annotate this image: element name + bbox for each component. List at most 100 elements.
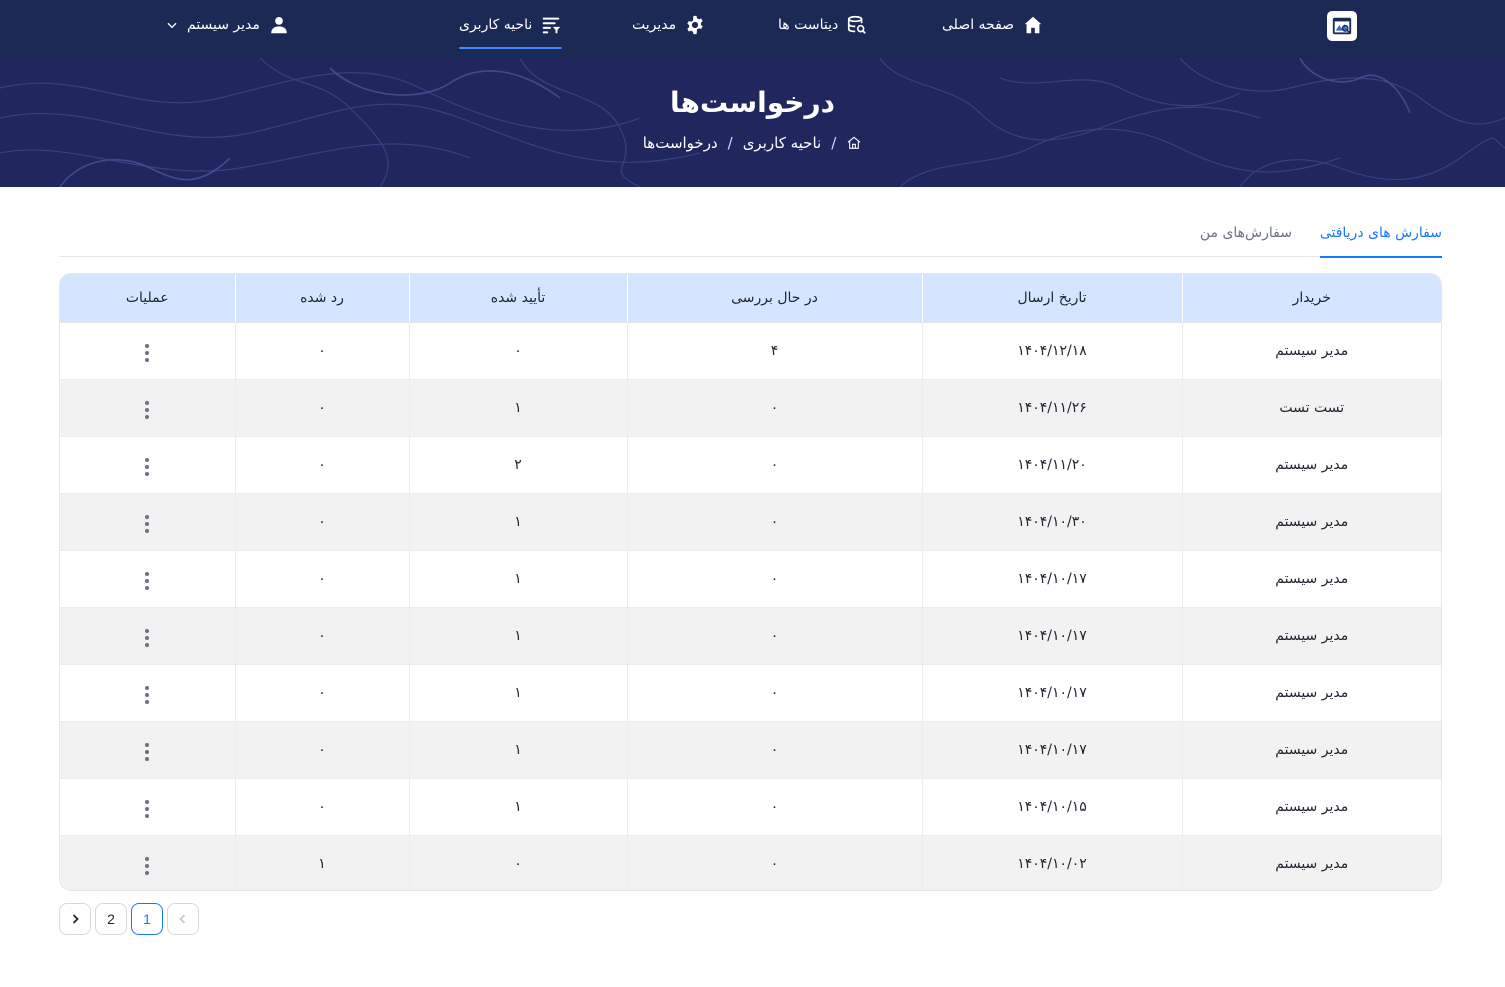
- more-vertical-icon[interactable]: [137, 626, 157, 650]
- nav-datasets[interactable]: دیتاست ها: [778, 0, 868, 50]
- cell-date: ۱۴۰۴/۱۲/۱۸: [921, 322, 1182, 380]
- nav-home[interactable]: صفحه اصلی: [942, 0, 1044, 50]
- logo[interactable]: [1327, 11, 1357, 41]
- column-header-buyer[interactable]: خریدار: [1181, 274, 1441, 323]
- cell-buyer: مدیر سیستم: [1181, 436, 1441, 494]
- table-header-row: خریدار تاریخ ارسال در حال بررسی تأیید شد…: [60, 274, 1441, 323]
- nav-management-label: مدیریت: [632, 17, 677, 33]
- cell-pending: ۰: [626, 664, 922, 722]
- cell-actions: [60, 721, 235, 779]
- cell-pending: ۰: [626, 607, 922, 665]
- top-navigation: صفحه اصلی دیتاست ها مدیریت ناحیه کاربری: [0, 0, 1505, 58]
- table-row: تست تست ۱۴۰۴/۱۱/۲۶ ۰ ۱ ۰: [60, 379, 1441, 437]
- nav-user-area-label: ناحیه کاربری: [459, 17, 533, 33]
- cell-buyer: تست تست: [1181, 379, 1441, 437]
- cell-pending: ۰: [626, 835, 922, 890]
- cell-rejected: ۰: [234, 379, 409, 437]
- column-header-actions: عملیات: [60, 274, 235, 323]
- cell-pending: ۰: [626, 436, 922, 494]
- pagination-next-button[interactable]: [59, 903, 91, 935]
- cell-buyer: مدیر سیستم: [1181, 835, 1441, 890]
- table-row: مدیر سیستم ۱۴۰۴/۱۰/۱۵ ۰ ۱ ۰: [60, 778, 1441, 836]
- pagination-page-2[interactable]: 2: [95, 903, 127, 935]
- cell-pending: ۰: [626, 778, 922, 836]
- cell-rejected: ۰: [234, 721, 409, 779]
- cell-buyer: مدیر سیستم: [1181, 778, 1441, 836]
- cell-rejected: ۰: [234, 322, 409, 380]
- breadcrumb-user-area[interactable]: ناحیه کاربری: [743, 134, 822, 152]
- cell-date: ۱۴۰۴/۱۰/۱۷: [921, 550, 1182, 608]
- dataset-logo-icon: [1332, 17, 1352, 35]
- page-hero: درخواست‌ها / ناحیه کاربری / درخواست‌ها: [0, 58, 1505, 187]
- more-vertical-icon[interactable]: [137, 740, 157, 764]
- home-icon[interactable]: [846, 135, 862, 151]
- breadcrumb: / ناحیه کاربری / درخواست‌ها: [0, 134, 1505, 152]
- more-vertical-icon[interactable]: [137, 569, 157, 593]
- cell-pending: ۰: [626, 550, 922, 608]
- pagination-page-1[interactable]: 1: [131, 903, 163, 935]
- cell-date: ۱۴۰۴/۱۰/۱۷: [921, 664, 1182, 722]
- order-tabs: سفارش های دریافتی سفارش‌های من: [59, 210, 1443, 258]
- table-row: مدیر سیستم ۱۴۰۴/۱۰/۳۰ ۰ ۱ ۰: [60, 493, 1441, 551]
- chevron-left-icon: [179, 914, 186, 924]
- more-vertical-icon[interactable]: [137, 398, 157, 422]
- cell-rejected: ۰: [234, 436, 409, 494]
- cell-approved: ۱: [408, 493, 627, 551]
- tab-received-orders[interactable]: سفارش های دریافتی: [1319, 210, 1443, 258]
- cell-approved: ۱: [408, 550, 627, 608]
- chevron-right-icon: [72, 914, 79, 924]
- cell-rejected: ۱: [234, 835, 409, 890]
- cell-actions: [60, 664, 235, 722]
- cell-approved: ۱: [408, 721, 627, 779]
- cell-date: ۱۴۰۴/۱۰/۱۵: [921, 778, 1182, 836]
- more-vertical-icon[interactable]: [137, 683, 157, 707]
- tab-my-orders[interactable]: سفارش‌های من: [1200, 210, 1292, 257]
- home-icon: [1024, 16, 1042, 34]
- column-header-pending[interactable]: در حال بررسی: [626, 274, 922, 323]
- more-vertical-icon[interactable]: [137, 455, 157, 479]
- more-vertical-icon[interactable]: [137, 341, 157, 365]
- cell-approved: ۱: [408, 379, 627, 437]
- column-header-approved[interactable]: تأیید شده: [408, 274, 627, 323]
- cell-actions: [60, 607, 235, 665]
- pagination-prev-button[interactable]: [167, 903, 199, 935]
- cell-date: ۱۴۰۴/۱۱/۲۰: [921, 436, 1182, 494]
- table-row: مدیر سیستم ۱۴۰۴/۱۰/۱۷ ۰ ۱ ۰: [60, 607, 1441, 665]
- table-row: مدیر سیستم ۱۴۰۴/۱۰/۱۷ ۰ ۱ ۰: [60, 664, 1441, 722]
- cell-date: ۱۴۰۴/۱۰/۰۲: [921, 835, 1182, 890]
- pagination: 1 2: [59, 903, 199, 935]
- nav-management[interactable]: مدیریت: [632, 0, 706, 50]
- nav-datasets-label: دیتاست ها: [778, 17, 839, 33]
- cell-buyer: مدیر سیستم: [1181, 721, 1441, 779]
- table-row: مدیر سیستم ۱۴۰۴/۱۲/۱۸ ۴ ۰ ۰: [60, 322, 1441, 380]
- nav-user-area[interactable]: ناحیه کاربری: [459, 0, 563, 50]
- cell-actions: [60, 379, 235, 437]
- cell-date: ۱۴۰۴/۱۰/۳۰: [921, 493, 1182, 551]
- more-vertical-icon[interactable]: [137, 854, 157, 878]
- cell-approved: ۱: [408, 778, 627, 836]
- column-header-date[interactable]: تاریخ ارسال: [921, 274, 1182, 323]
- database-search-icon: [848, 15, 867, 34]
- cell-actions: [60, 493, 235, 551]
- cell-actions: [60, 322, 235, 380]
- page-title: درخواست‌ها: [670, 86, 835, 119]
- more-vertical-icon[interactable]: [137, 512, 157, 536]
- more-vertical-icon[interactable]: [137, 797, 157, 821]
- requests-table: خریدار تاریخ ارسال در حال بررسی تأیید شد…: [59, 273, 1442, 891]
- cell-rejected: ۰: [234, 778, 409, 836]
- cell-actions: [60, 550, 235, 608]
- column-header-rejected[interactable]: رد شده: [234, 274, 409, 323]
- cell-actions: [60, 835, 235, 890]
- list-filter-icon: [543, 17, 561, 34]
- cell-approved: ۰: [408, 835, 627, 890]
- cell-pending: ۰: [626, 379, 922, 437]
- cell-actions: [60, 436, 235, 494]
- cell-date: ۱۴۰۴/۱۱/۲۶: [921, 379, 1182, 437]
- cell-rejected: ۰: [234, 664, 409, 722]
- nav-home-label: صفحه اصلی: [942, 17, 1015, 33]
- cell-date: ۱۴۰۴/۱۰/۱۷: [921, 607, 1182, 665]
- cell-approved: ۰: [408, 322, 627, 380]
- user-menu[interactable]: مدیر سیستم: [165, 0, 290, 50]
- cell-date: ۱۴۰۴/۱۰/۱۷: [921, 721, 1182, 779]
- breadcrumb-separator: /: [727, 134, 733, 152]
